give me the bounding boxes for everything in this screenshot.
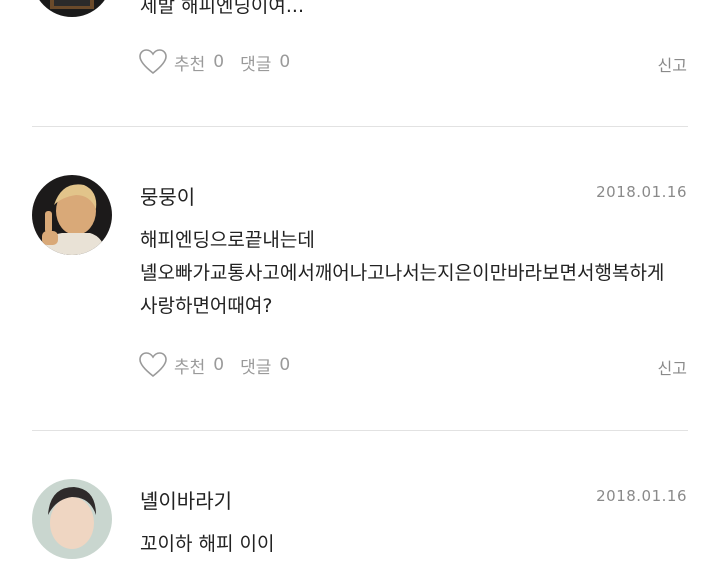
like-label[interactable]: 추천	[174, 353, 205, 378]
avatar[interactable]	[32, 479, 112, 559]
heart-outline-icon[interactable]	[138, 47, 168, 77]
like-count: 0	[213, 52, 225, 72]
avatar[interactable]	[32, 175, 112, 255]
comment-date: 2018.01.16	[596, 183, 687, 201]
username[interactable]: 녤이바라기	[140, 485, 232, 514]
avatar[interactable]	[32, 0, 112, 17]
comment-date: 2018.01.16	[596, 487, 687, 505]
report-button[interactable]: 신고	[658, 52, 687, 76]
comment-line: 사랑하면어때여?	[140, 295, 273, 317]
comment-line: 녤오빠가교통사고에서깨어나고나서는지은이만바라보면서행복하게	[140, 262, 665, 284]
like-label[interactable]: 추천	[174, 50, 205, 75]
comment-actions: 추천 0 댓글 0	[138, 349, 290, 381]
divider	[32, 430, 688, 431]
username[interactable]: 뭉뭉이	[140, 181, 195, 210]
reply-label[interactable]: 댓글	[240, 50, 271, 75]
reply-label[interactable]: 댓글	[240, 353, 271, 378]
reply-count: 0	[279, 52, 291, 72]
like-count: 0	[213, 355, 225, 375]
comment-text: 해피엔딩으로끝내는데 녤오빠가교통사고에서깨어나고나서는지은이만바라보면서행복하…	[140, 224, 690, 323]
comment-line: 해피엔딩으로끝내는데	[140, 229, 315, 251]
heart-outline-icon[interactable]	[138, 350, 168, 380]
divider	[32, 126, 688, 127]
comment-line: 제발 해피엔딩이여...	[140, 0, 304, 17]
comment-actions: 추천 0 댓글 0	[138, 46, 290, 78]
comment-line: 꼬이하 해피 이이	[140, 533, 275, 555]
comment-text: 제발 해피엔딩이여...	[140, 0, 690, 23]
comment-text: 꼬이하 해피 이이	[140, 528, 690, 561]
reply-button[interactable]: 댓글 0	[240, 50, 290, 75]
reply-button[interactable]: 댓글 0	[240, 353, 290, 378]
report-button[interactable]: 신고	[658, 355, 687, 379]
reply-count: 0	[279, 355, 291, 375]
